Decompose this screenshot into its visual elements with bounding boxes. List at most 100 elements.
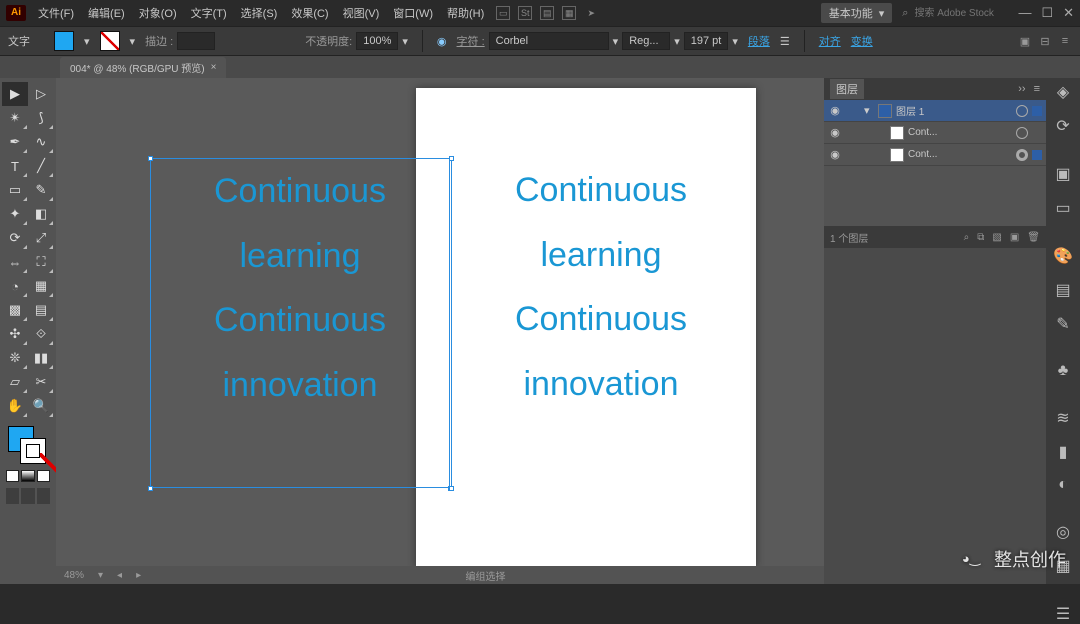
text-object-1[interactable]: Continuous learning Continuous innovatio… [150,158,450,488]
artboard-nav-next[interactable]: ▸ [136,570,141,581]
opacity-input[interactable]: 100% [356,32,398,50]
direct-selection-tool[interactable]: ▷ [28,82,54,106]
zoom-level[interactable]: 48% [64,570,84,581]
artboards-dock-icon[interactable]: ▣ [1053,164,1073,184]
symbol-sprayer-tool[interactable]: ❊ [2,346,28,370]
perspective-tool[interactable]: ▦ [28,274,54,298]
swatches-dock-icon[interactable]: ▤ [1053,280,1073,300]
visibility-icon[interactable]: ◉ [828,148,842,161]
layout-icon-a[interactable]: ▭ [496,6,510,20]
menu-effect[interactable]: 效果(C) [291,5,328,21]
workspace-switcher[interactable]: 基本功能 ▾ [821,3,893,23]
text-object-2[interactable]: Continuous learning Continuous innovatio… [451,158,751,488]
minimize-button[interactable]: — [1018,5,1031,21]
color-dock-icon[interactable]: 🎨 [1053,246,1073,266]
tab-close-icon[interactable]: × [211,62,217,73]
stroke-color[interactable] [20,438,46,464]
slice-tool[interactable]: ✂ [28,370,54,394]
curvature-tool[interactable]: ∿ [28,130,54,154]
canvas[interactable]: Continuous learning Continuous innovatio… [56,78,824,584]
menu-type[interactable]: 文字(T) [191,5,227,21]
stroke-weight-input[interactable] [177,32,215,50]
stroke-swatch[interactable] [100,31,120,51]
target-icon[interactable] [1016,149,1028,161]
cc-dock-icon[interactable]: ⟳ [1053,116,1073,136]
eraser-tool[interactable]: ◧ [28,202,54,226]
document-tab[interactable]: 004* @ 48% (RGB/GPU 预览) × [60,57,226,78]
color-mode-none[interactable] [37,470,50,482]
fill-stroke-control[interactable] [2,424,54,466]
menu-file[interactable]: 文件(F) [38,5,74,21]
stock-search-input[interactable] [912,7,1002,20]
opacity-dropdown-icon[interactable]: ▾ [402,35,408,48]
color-mode-gradient[interactable] [21,470,34,482]
shaper-tool[interactable]: ✦ [2,202,28,226]
align-center-icon[interactable]: ☰ [780,35,790,48]
paintbrush-tool[interactable]: ✎ [28,178,54,202]
recolor-icon[interactable]: ◉ [437,35,447,48]
libraries-dock-icon[interactable]: ▭ [1053,198,1073,218]
target-icon[interactable] [1016,127,1028,139]
maximize-button[interactable]: ☐ [1041,5,1053,21]
menu-select[interactable]: 选择(S) [241,5,278,21]
gradient-tool[interactable]: ▤ [28,298,54,322]
blend-tool[interactable]: ⟐ [28,322,54,346]
selection-tool[interactable]: ▶ [2,82,28,106]
font-size-input[interactable]: 197 pt [684,32,729,50]
layer-name[interactable]: Cont... [908,149,1012,160]
artboard-tool[interactable]: ▱ [2,370,28,394]
menu-window[interactable]: 窗口(W) [393,5,433,21]
target-icon[interactable] [1016,105,1028,117]
draw-behind[interactable] [21,488,34,504]
font-dropdown-icon[interactable]: ▾ [613,35,619,48]
layers-dock-icon[interactable]: ◈ [1053,82,1073,102]
transform-link[interactable]: 变换 [851,33,873,49]
gradient-dock-icon[interactable]: ▮ [1053,442,1073,462]
menu-help[interactable]: 帮助(H) [447,5,484,21]
zoom-dropdown-icon[interactable]: ▾ [98,570,103,581]
layout-icon-b[interactable]: St [518,6,532,20]
rectangle-tool[interactable]: ▭ [2,178,28,202]
brushes-dock-icon[interactable]: ✎ [1053,314,1073,334]
asset-export-dock-icon[interactable]: ☰ [1053,604,1073,624]
menu-view[interactable]: 视图(V) [343,5,380,21]
magic-wand-tool[interactable]: ✴ [2,106,28,130]
layout-icon-c[interactable]: ▤ [540,6,554,20]
draw-normal[interactable] [6,488,19,504]
mesh-tool[interactable]: ▩ [2,298,28,322]
layer-row[interactable]: ◉ Cont... [824,122,1046,144]
isolate-icon[interactable]: ▣ [1018,35,1032,48]
artboard-nav-prev[interactable]: ◂ [117,570,122,581]
stock-search[interactable]: ⌕ [902,7,1002,20]
font-style-input[interactable]: Reg... [622,32,670,50]
layer-name[interactable]: 图层 1 [896,103,1012,118]
layout-icon-d[interactable]: ▦ [562,6,576,20]
draw-inside[interactable] [37,488,50,504]
line-tool[interactable]: ╱ [28,154,54,178]
close-button[interactable]: ✕ [1063,5,1074,21]
color-mode-solid[interactable] [6,470,19,482]
visibility-icon[interactable]: ◉ [828,104,842,117]
layer-row[interactable]: ◉ ▾ 图层 1 [824,100,1046,122]
fill-dropdown-icon[interactable]: ▾ [84,35,90,48]
disclosure-icon[interactable]: ▾ [864,104,874,117]
appearance-dock-icon[interactable]: ◎ [1053,522,1073,542]
layer-row[interactable]: ◉ Cont... [824,144,1046,166]
rotate-tool[interactable]: ⟳ [2,226,28,250]
symbols-dock-icon[interactable]: ♣ [1053,362,1073,380]
clip-mask-icon[interactable]: ⧉ [977,232,984,243]
visibility-icon[interactable]: ◉ [828,126,842,139]
overflow-icon[interactable]: ≡ [1058,35,1072,48]
pin-icon[interactable]: ⊟ [1038,35,1052,48]
graph-tool[interactable]: ▮▮ [28,346,54,370]
stroke-dropdown-icon[interactable]: ▾ [130,35,136,48]
delete-layer-icon[interactable]: 🗑 [1027,232,1040,243]
new-sublayer-icon[interactable]: ▧ [992,232,1001,243]
fill-swatch[interactable] [54,31,74,51]
style-dropdown-icon[interactable]: ▾ [674,35,680,48]
layers-tab[interactable]: 图层 [830,79,864,99]
character-link[interactable]: 字符 : [457,33,485,49]
zoom-tool[interactable]: 🔍 [28,394,54,418]
selection-handle[interactable] [148,156,153,161]
free-transform-tool[interactable]: ⛶ [28,250,54,274]
